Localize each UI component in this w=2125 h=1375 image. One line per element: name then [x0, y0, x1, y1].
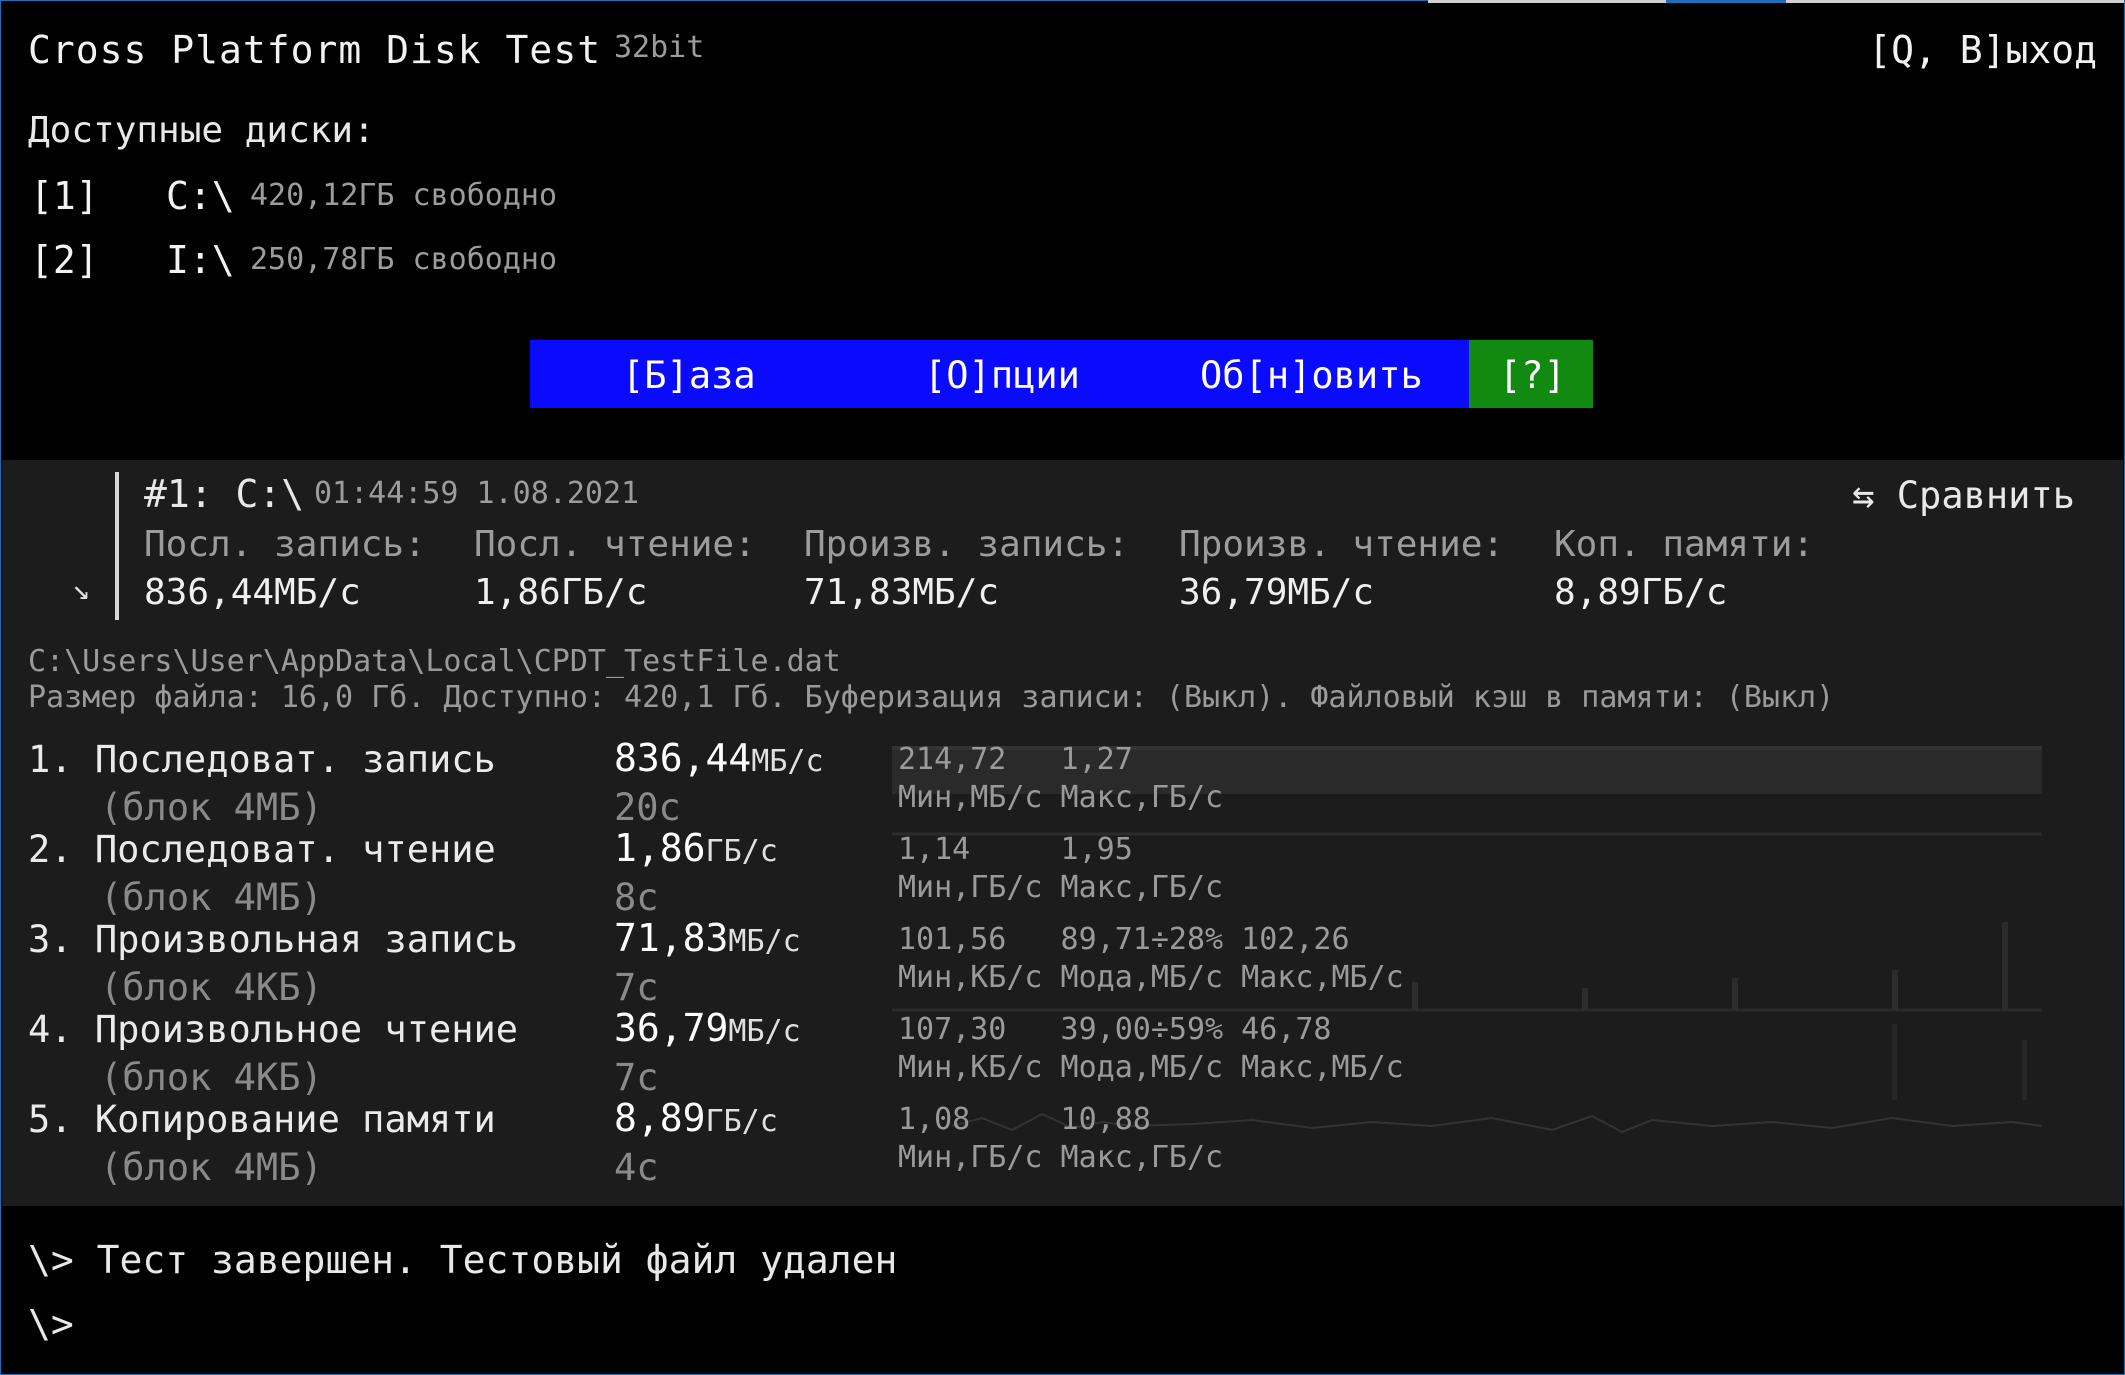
menu-help-label: [?] — [1499, 354, 1566, 397]
collapse-arrow-icon[interactable]: ↘ — [72, 572, 90, 607]
drive-item-2[interactable]: [2] I:\ 250,78ГБ свободно — [30, 238, 730, 288]
test-block-rand-read: (блок 4КБ) — [100, 1056, 323, 1099]
test-duration-rand-read: 7с — [614, 1056, 659, 1099]
menu-help-button[interactable]: [?] — [1469, 340, 1593, 408]
test-title-rand-read: 4. Произвольное чтение — [28, 1008, 519, 1051]
menu-options-button[interactable]: [О]пции — [924, 354, 1080, 397]
drive-item-1[interactable]: [1] C:\ 420,12ГБ свободно — [30, 174, 730, 224]
drive-key: [2] — [30, 238, 99, 282]
drive-key: [1] — [30, 174, 99, 218]
exit-button[interactable]: [Q, В]ыход — [1868, 28, 2097, 72]
drive-free-space: 420,12ГБ свободно — [250, 178, 558, 213]
test-value-rand-read: 36,79МБ/с — [614, 1006, 801, 1050]
test-value-seq-read: 1,86ГБ/с — [614, 826, 778, 870]
summary-value-rand-read: 36,79МБ/с — [1179, 572, 1375, 613]
compare-button[interactable]: ⇆ Сравнить — [1852, 474, 2075, 517]
test-stats-labels-seq-write: Мин,МБ/с Макс,ГБ/с — [898, 780, 1224, 815]
test-block-mem-copy: (блок 4МБ) — [100, 1146, 323, 1189]
test-stats-seq-read: 1,14 1,95 — [898, 832, 1133, 867]
menu-refresh-button[interactable]: Об[н]овить — [1200, 354, 1423, 397]
summary-label-seq-read: Посл. чтение: — [474, 524, 756, 565]
menu-bar: [Б]аза [О]пции Об[н]овить [?] — [530, 340, 1593, 408]
summary-accent-bar — [115, 472, 119, 620]
test-title-mem-copy: 5. Копирование памяти — [28, 1098, 496, 1141]
test-stats-labels-rand-read: Мин,КБ/с Мода,МБ/с Макс,МБ/с — [898, 1050, 1404, 1085]
summary-label-seq-write: Посл. запись: — [144, 524, 426, 565]
test-stats-labels-mem-copy: Мин,ГБ/с Макс,ГБ/с — [898, 1140, 1224, 1175]
summary-value-seq-read: 1,86ГБ/с — [474, 572, 648, 613]
test-stats-mem-copy: 1,08 10,88 — [898, 1102, 1151, 1137]
summary-label-mem-copy: Коп. памяти: — [1554, 524, 1815, 565]
drive-letter: I:\ — [166, 238, 235, 282]
drive-free-space: 250,78ГБ свободно — [250, 242, 558, 277]
test-stats-rand-write: 101,56 89,71÷28% 102,26 — [898, 922, 1350, 957]
test-block-seq-write: (блок 4МБ) — [100, 786, 323, 829]
test-title-rand-write: 3. Произвольная запись — [28, 918, 519, 961]
test-file-info: Размер файла: 16,0 Гб. Доступно: 420,1 Г… — [28, 680, 1835, 715]
title-bar-accent — [1428, 0, 1666, 3]
test-block-rand-write: (блок 4КБ) — [100, 966, 323, 1009]
summary-value-mem-copy: 8,89ГБ/с — [1554, 572, 1728, 613]
test-duration-seq-write: 20с — [614, 786, 681, 829]
test-duration-seq-read: 8с — [614, 876, 659, 919]
drive-letter: C:\ — [166, 174, 235, 218]
results-panel: ↘ #1: C:\ 01:44:59 1.08.2021 ⇆ Сравнить … — [2, 460, 2123, 1206]
test-duration-rand-write: 7с — [614, 966, 659, 1009]
test-value-mem-copy: 8,89ГБ/с — [614, 1096, 778, 1140]
test-file-path: C:\Users\User\AppData\Local\CPDT_TestFil… — [28, 644, 841, 679]
test-stats-labels-rand-write: Мин,КБ/с Мода,МБ/с Макс,МБ/с — [898, 960, 1404, 995]
summary-label-rand-read: Произв. чтение: — [1179, 524, 1505, 565]
app-title: Cross Platform Disk Test — [28, 28, 602, 72]
summary-drive: #1: C:\ — [144, 472, 305, 516]
test-value-seq-write: 836,44МБ/с — [614, 736, 824, 780]
title-bar-accent — [1786, 0, 2124, 3]
menu-base-button[interactable]: [Б]аза — [622, 354, 756, 397]
app-bitness: 32bit — [614, 30, 705, 65]
summary-label-rand-write: Произв. запись: — [804, 524, 1130, 565]
test-stats-labels-seq-read: Мин,ГБ/с Макс,ГБ/с — [898, 870, 1224, 905]
test-duration-mem-copy: 4с — [614, 1146, 659, 1189]
test-title-seq-read: 2. Последоват. чтение — [28, 828, 496, 871]
title-bar-accent — [1666, 0, 1786, 3]
test-stats-seq-write: 214,72 1,27 — [898, 742, 1133, 777]
test-title-seq-write: 1. Последоват. запись — [28, 738, 496, 781]
summary-value-rand-write: 71,83МБ/с — [804, 572, 1000, 613]
log-line: \> Тест завершен. Тестовый файл удален — [28, 1238, 898, 1282]
summary-value-seq-write: 836,44МБ/с — [144, 572, 361, 613]
test-block-seq-read: (блок 4МБ) — [100, 876, 323, 919]
test-value-rand-write: 71,83МБ/с — [614, 916, 801, 960]
command-prompt[interactable]: \> — [28, 1302, 74, 1346]
summary-timestamp: 01:44:59 1.08.2021 — [314, 476, 640, 511]
test-stats-rand-read: 107,30 39,00÷59% 46,78 — [898, 1012, 1332, 1047]
drives-heading: Доступные диски: — [28, 110, 375, 151]
